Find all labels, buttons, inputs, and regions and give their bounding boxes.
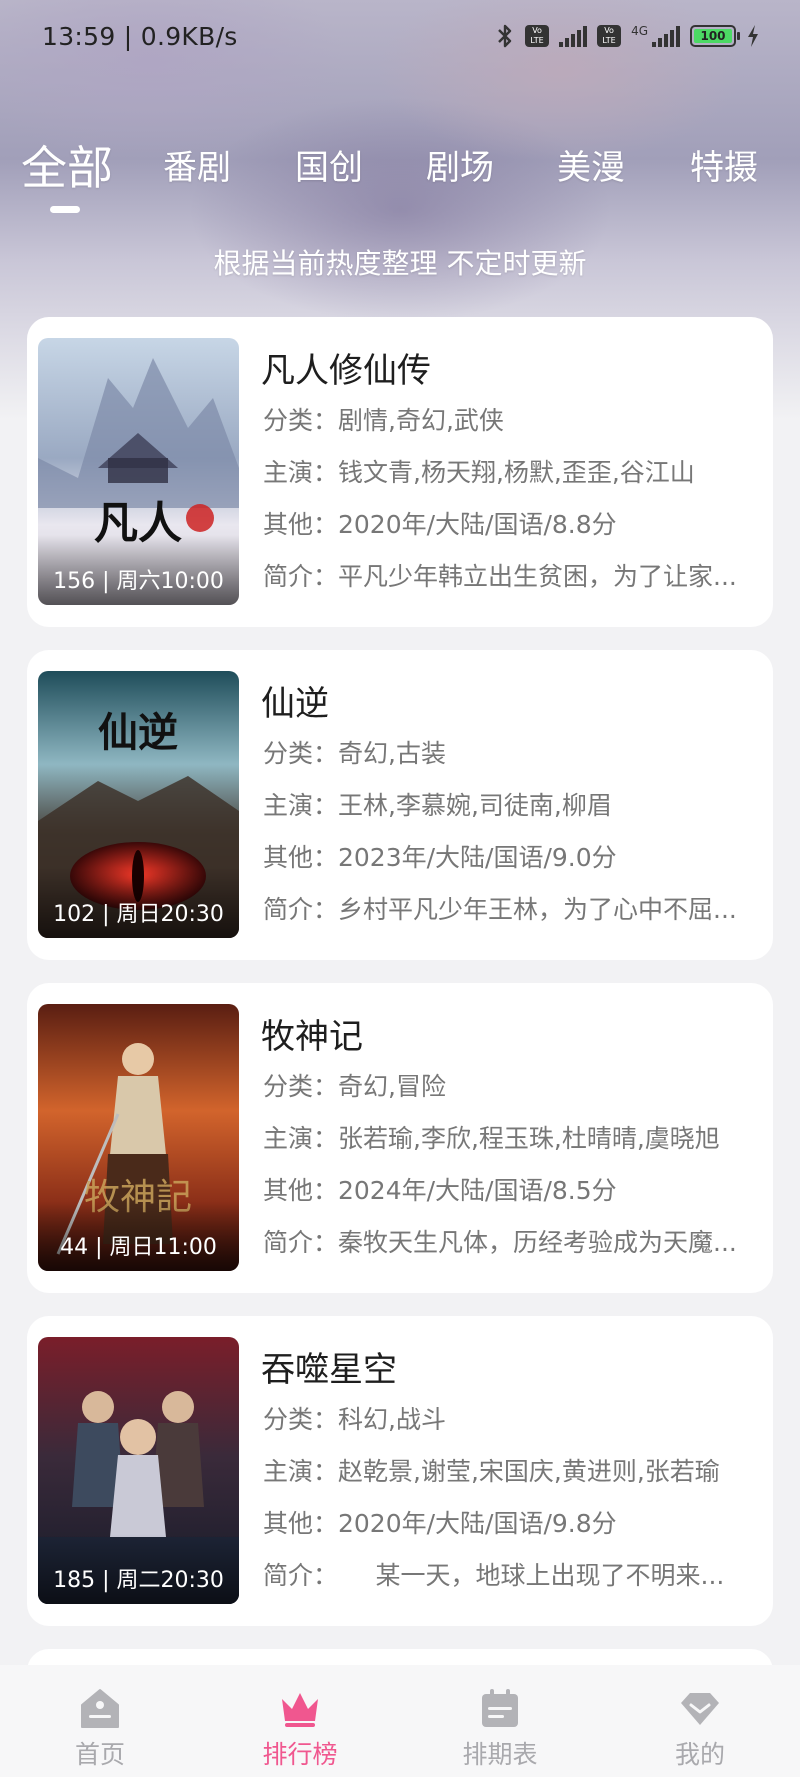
- item-other: 其他：2020年/大陆/国语/9.8分: [263, 1509, 617, 1538]
- charging-icon: [748, 25, 758, 47]
- category-tabs: 全部 番剧 国创 剧场 美漫 特摄: [0, 140, 800, 220]
- item-summary: 简介：乡村平凡少年王林，为了心中不屈...: [263, 895, 737, 924]
- item-cast: 主演：张若瑜,李欣,程玉珠,杜晴晴,虞晓旭: [263, 1124, 720, 1153]
- network-type-label: 4G: [631, 24, 648, 38]
- signal-icon: [559, 25, 588, 47]
- poster-image: 185 | 周二20:30: [38, 1337, 239, 1604]
- profile-icon: [681, 1693, 719, 1725]
- episode-badge: 102 | 周日20:30: [53, 902, 224, 927]
- item-other: 其他：2020年/大陆/国语/8.8分: [263, 510, 617, 539]
- battery-level: 100: [694, 29, 732, 43]
- item-title: 吞噬星空: [261, 1350, 397, 1390]
- list-item[interactable]: 凡人 156 | 周六10:00 凡人修仙传 分类：剧情,奇幻,武侠 主演：钱文…: [27, 317, 773, 627]
- item-other: 其他：2023年/大陆/国语/9.0分: [263, 843, 617, 872]
- item-title: 牧神记: [261, 1017, 363, 1057]
- tabbar-schedule[interactable]: 排期表: [400, 1665, 600, 1777]
- tab-active-indicator: [50, 206, 80, 213]
- tabbar-label: 排期表: [462, 1740, 538, 1769]
- item-cast: 主演：钱文青,杨天翔,杨默,歪歪,谷江山: [263, 458, 695, 487]
- ranking-subtitle: 根据当前热度整理 不定时更新: [213, 247, 587, 280]
- tabbar-ranking[interactable]: 排行榜: [200, 1665, 400, 1777]
- item-category: 分类：奇幻,冒险: [263, 1072, 446, 1101]
- volte-icon: Vo LTE: [597, 25, 622, 47]
- tab-theater[interactable]: 剧场: [426, 140, 494, 189]
- bottom-tab-bar: 首页 排行榜 排期表 我的: [0, 1665, 800, 1777]
- episode-badge: 185 | 周二20:30: [53, 1568, 224, 1593]
- volte-icon: Vo LTE: [525, 25, 550, 47]
- bluetooth-icon: [498, 24, 512, 48]
- list-item[interactable]: 185 | 周二20:30 吞噬星空 分类：科幻,战斗 主演：赵乾景,谢莹,宋国…: [27, 1316, 773, 1626]
- battery-icon: 100: [690, 25, 740, 47]
- item-title: 凡人修仙传: [261, 351, 431, 391]
- tab-guochuang[interactable]: 国创: [295, 140, 363, 189]
- tabbar-home[interactable]: 首页: [0, 1665, 200, 1777]
- list-item[interactable]: 牧神記 44 | 周日11:00 牧神记 分类：奇幻,冒险 主演：张若瑜,李欣,…: [27, 983, 773, 1293]
- tab-all[interactable]: 全部: [21, 132, 113, 198]
- item-summary: 简介：秦牧天生凡体，历经考验成为天魔...: [263, 1228, 737, 1257]
- episode-badge: 44 | 周日11:00: [60, 1235, 217, 1260]
- item-other: 其他：2024年/大陆/国语/8.5分: [263, 1176, 617, 1205]
- crown-icon: [282, 1693, 318, 1727]
- item-title: 仙逆: [261, 684, 329, 724]
- signal-icon: [652, 25, 680, 47]
- svg-text:仙逆: 仙逆: [98, 709, 178, 756]
- tabbar-label: 我的: [674, 1740, 725, 1769]
- item-cast: 主演：赵乾景,谢莹,宋国庆,黄进则,张若瑜: [263, 1457, 720, 1486]
- item-category: 分类：科幻,战斗: [263, 1405, 446, 1434]
- tab-bangumi[interactable]: 番剧: [163, 140, 231, 189]
- item-summary: 简介： 某一天，地球上出现了不明来...: [263, 1561, 725, 1590]
- calendar-icon: [482, 1689, 518, 1727]
- status-icons: Vo LTE Vo LTE 4G 100: [495, 23, 760, 49]
- poster-image: 仙逆 102 | 周日20:30: [38, 671, 239, 938]
- home-icon: [81, 1689, 119, 1728]
- episode-badge: 156 | 周六10:00: [53, 569, 224, 594]
- tabbar-label: 首页: [74, 1740, 125, 1769]
- item-category: 分类：奇幻,古装: [263, 739, 446, 768]
- tab-tokusatsu[interactable]: 特摄: [690, 140, 758, 189]
- item-summary: 简介：平凡少年韩立出生贫困，为了让家...: [263, 562, 737, 591]
- tab-american-comics[interactable]: 美漫: [557, 140, 625, 189]
- list-item[interactable]: 仙逆 102 | 周日20:30 仙逆 分类：奇幻,古装 主演：王林,李慕婉,司…: [27, 650, 773, 960]
- poster-image: 牧神記 44 | 周日11:00: [38, 1004, 239, 1271]
- status-time: 13:59 | 0.9KB/s: [42, 21, 238, 51]
- tabbar-label: 排行榜: [262, 1740, 338, 1769]
- item-cast: 主演：王林,李慕婉,司徒南,柳眉: [263, 791, 612, 820]
- status-bar: 13:59 | 0.9KB/s Vo LTE Vo LTE 4G 100: [0, 0, 800, 72]
- poster-image: 凡人 156 | 周六10:00: [38, 338, 239, 605]
- tabbar-profile[interactable]: 我的: [600, 1665, 800, 1777]
- item-category: 分类：剧情,奇幻,武侠: [263, 406, 504, 435]
